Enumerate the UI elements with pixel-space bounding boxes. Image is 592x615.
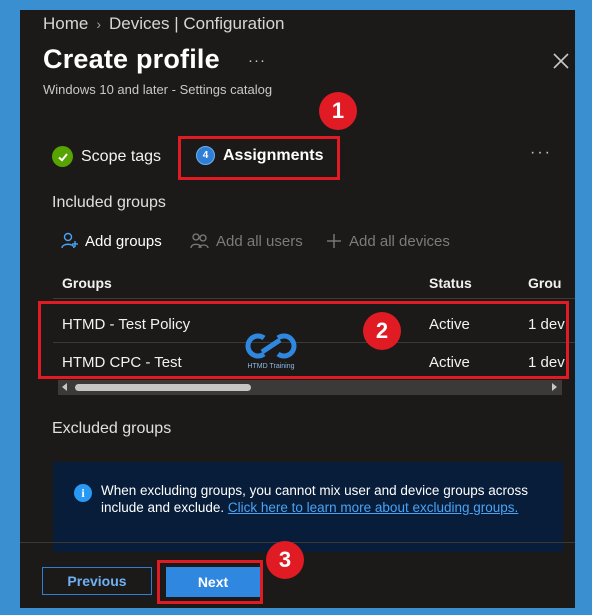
table-header-divider — [53, 298, 575, 299]
breadcrumb-separator-icon: › — [96, 16, 102, 32]
page-subtitle: Windows 10 and later - Settings catalog — [43, 82, 273, 97]
close-icon[interactable] — [552, 52, 570, 70]
tab-scope-tags-label: Scope tags — [81, 147, 162, 165]
scroll-right-icon[interactable] — [552, 383, 557, 391]
add-groups-button[interactable]: Add groups — [61, 232, 162, 250]
tabs-more-icon[interactable]: ··· — [530, 144, 552, 162]
column-header-status[interactable]: Status — [429, 275, 472, 291]
callout-box-assignments — [178, 136, 340, 180]
scroll-left-icon[interactable] — [62, 383, 67, 391]
callout-box-groups — [38, 301, 569, 379]
scrollbar-thumb[interactable] — [75, 384, 251, 391]
breadcrumb: Home › Devices | Configuration — [43, 14, 284, 34]
create-profile-panel: Home › Devices | Configuration Create prof… — [20, 10, 575, 608]
add-user-icon — [61, 232, 78, 249]
add-all-devices-label: Add all devices — [349, 232, 450, 250]
more-options-icon[interactable]: ··· — [248, 52, 266, 69]
info-banner-text: When excluding groups, you cannot mix us… — [101, 482, 551, 516]
info-banner: i When excluding groups, you cannot mix … — [53, 462, 563, 552]
excluded-groups-heading: Excluded groups — [52, 420, 172, 437]
column-header-group-type[interactable]: Grou — [528, 275, 561, 291]
add-groups-label: Add groups — [85, 232, 162, 250]
learn-more-link[interactable]: Click here to learn more about excluding… — [228, 500, 518, 515]
breadcrumb-home[interactable]: Home — [43, 14, 88, 33]
page-title: Create profile — [43, 44, 220, 74]
users-icon — [190, 233, 209, 249]
horizontal-scrollbar[interactable] — [58, 380, 562, 395]
callout-badge-2: 2 — [363, 312, 401, 350]
breadcrumb-devices-configuration[interactable]: Devices | Configuration — [109, 14, 284, 33]
add-all-users-button[interactable]: Add all users — [190, 232, 303, 250]
add-all-users-label: Add all users — [216, 232, 303, 250]
check-circle-icon — [52, 146, 73, 167]
info-icon: i — [74, 484, 92, 502]
callout-badge-1: 1 — [319, 92, 357, 130]
column-header-groups[interactable]: Groups — [62, 275, 112, 291]
plus-icon — [327, 234, 341, 248]
tab-scope-tags[interactable]: Scope tags — [52, 146, 161, 167]
add-all-devices-button[interactable]: Add all devices — [325, 232, 450, 250]
previous-button[interactable]: Previous — [42, 567, 152, 595]
footer-divider — [20, 542, 575, 543]
callout-badge-3: 3 — [266, 541, 304, 579]
included-groups-heading: Included groups — [52, 194, 166, 211]
callout-box-next — [157, 560, 263, 604]
